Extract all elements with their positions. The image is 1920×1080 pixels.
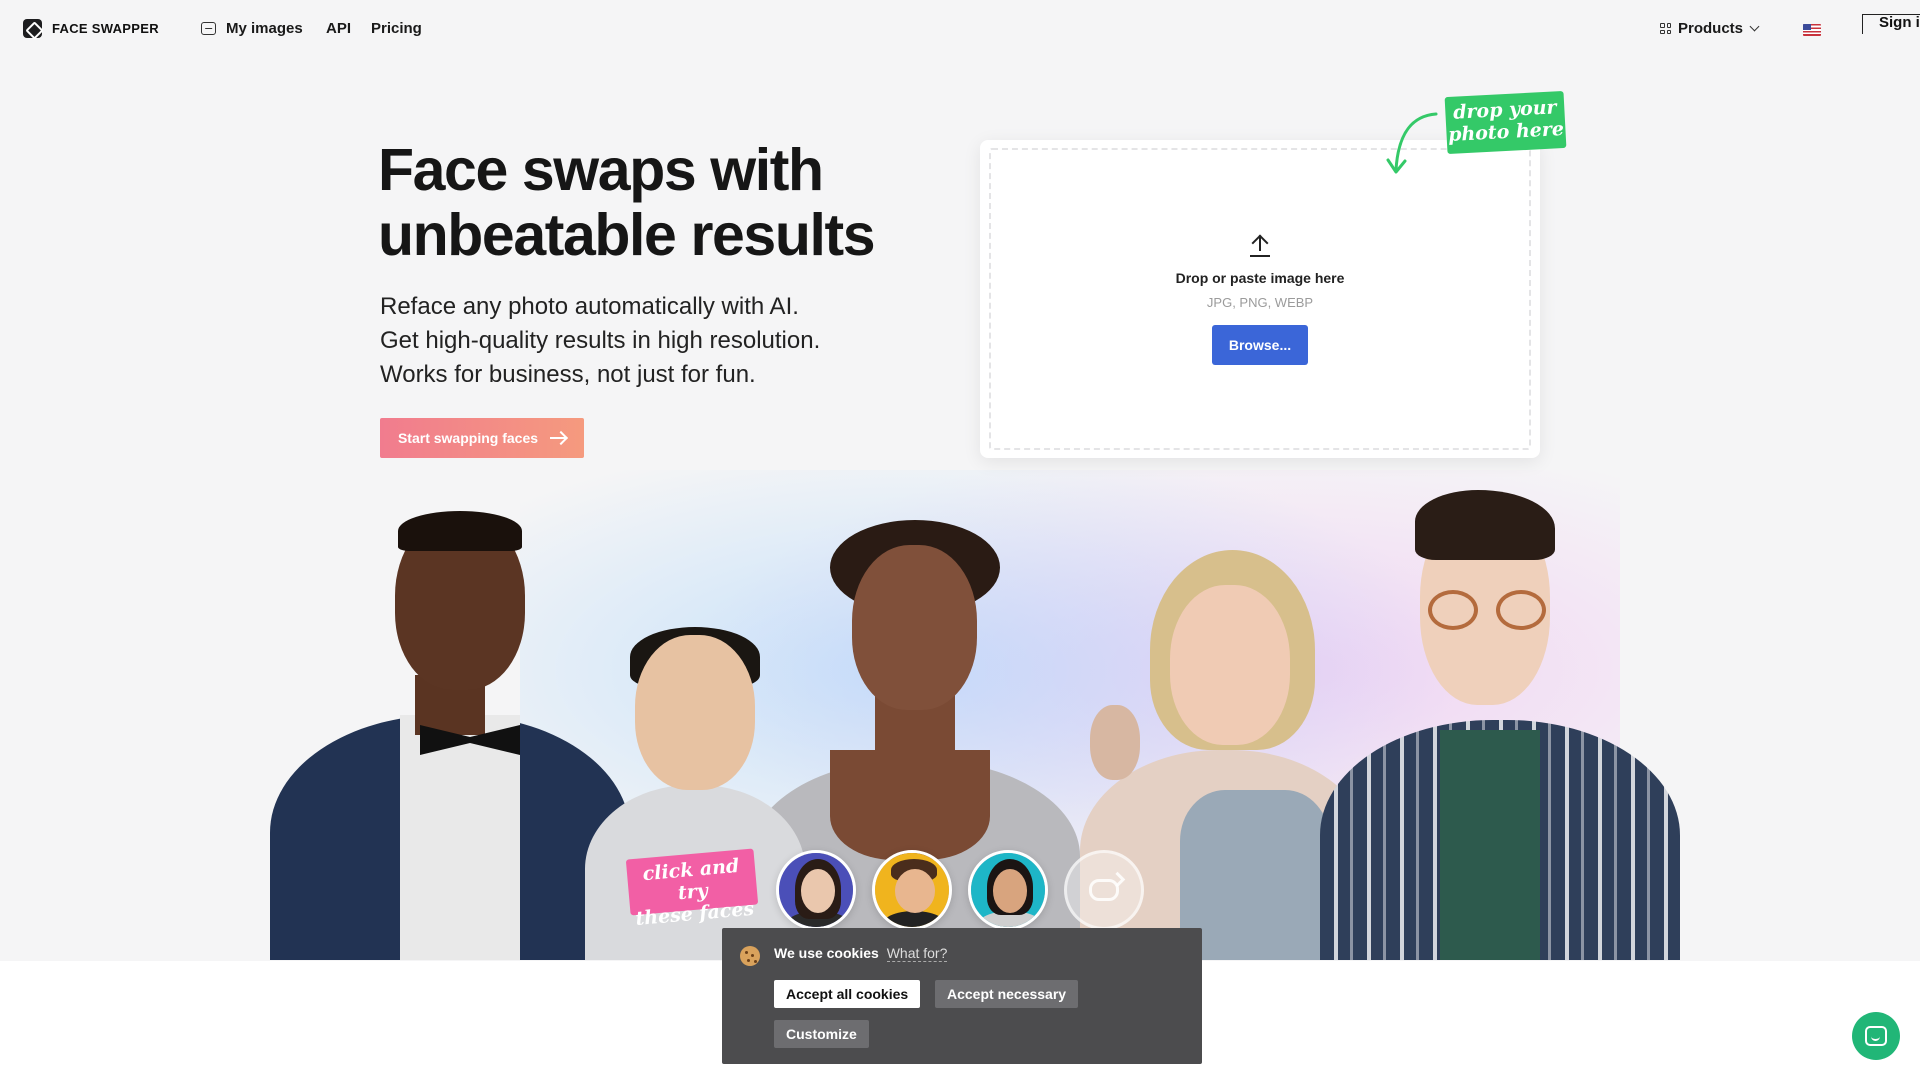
brand-name: FACE SWAPPER [52,21,159,36]
hero-title-line-2: unbeatable results [378,202,876,268]
nav-pricing[interactable]: Pricing [371,20,422,37]
start-swapping-label: Start swapping faces [397,430,539,446]
brand-link[interactable]: FACE SWAPPER [23,19,159,38]
drop-photo-sticker: drop your photo here [1444,90,1567,155]
sample-face-1[interactable] [776,850,856,930]
upload-icon [1250,234,1270,257]
refresh-icon [1089,879,1119,901]
cookie-what-for-link[interactable]: What for? [886,945,948,962]
cookie-banner: We use cookies What for? Accept all cook… [722,928,1202,1064]
person-man-glasses [1320,490,1680,960]
cookie-icon [740,946,760,966]
browse-button[interactable]: Browse... [1212,325,1308,365]
chat-icon [1865,1026,1887,1046]
arrow-right-icon [550,437,567,439]
hero-title-line-1: Face swaps with [378,137,824,203]
person-man-tuxedo [270,511,630,960]
upload-dropzone[interactable]: Drop or paste image here JPG, PNG, WEBP … [980,140,1540,458]
customize-cookies-button[interactable]: Customize [774,1020,869,1048]
chat-support-button[interactable] [1852,1012,1900,1060]
cookie-message: We use cookies What for? [774,945,948,962]
sample-face-2[interactable] [872,850,952,930]
us-flag-icon[interactable] [1803,24,1821,36]
top-nav: FACE SWAPPER My images API Pricing Produ… [0,0,1920,60]
hero-title: Face swaps with unbeatable results [378,137,876,268]
products-label: Products [1678,20,1744,37]
grid-icon [1660,23,1671,34]
supported-formats: JPG, PNG, WEBP [1206,295,1314,310]
refresh-faces-button[interactable] [1064,850,1144,930]
cookie-title: We use cookies [774,945,879,961]
accept-all-cookies-button[interactable]: Accept all cookies [774,980,921,1008]
nav-api[interactable]: API [326,20,351,37]
start-swapping-button[interactable]: Start swapping faces [380,418,584,458]
face-swapper-logo-icon [23,19,42,38]
hero-subtitle-line-1: Reface any photo automatically with AI. [380,293,799,320]
accept-necessary-button[interactable]: Accept necessary [935,980,1079,1008]
hero-subtitle-line-2: Get high-quality results in high resolut… [380,327,821,354]
images-icon [201,22,216,35]
chevron-down-icon [1749,21,1760,32]
products-menu-button[interactable]: Products [1660,20,1760,37]
nav-my-images[interactable]: My images [201,20,303,37]
nav-my-images-label: My images [226,20,303,37]
sign-in-button[interactable]: Sign in [1879,14,1920,31]
hero-subtitle-line-3: Works for business, not just for fun. [380,361,756,388]
hero-subtitle: Reface any photo automatically with AI. … [380,290,820,392]
curved-arrow-icon [1386,112,1438,174]
drop-instructions: Drop or paste image here [1175,270,1345,286]
sample-face-3[interactable] [968,850,1048,930]
try-faces-sticker: click and try these faces [625,848,759,930]
